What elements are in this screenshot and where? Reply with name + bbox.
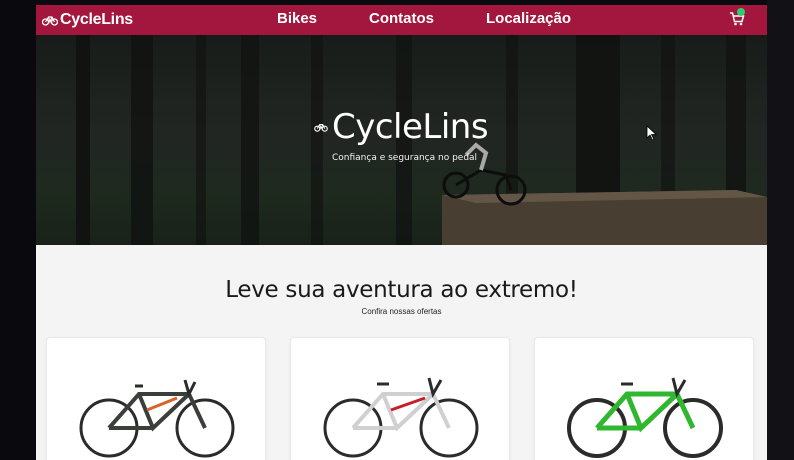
nav-link-localizacao[interactable]: Localização — [486, 10, 571, 27]
bike-icon — [323, 377, 479, 458]
cart-badge — [737, 8, 745, 16]
bike-icon — [314, 124, 328, 132]
product-card[interactable] — [46, 337, 266, 460]
hero-title: CycleLins — [332, 107, 489, 147]
offers-subtitle: Confira nossas ofertas — [361, 307, 442, 316]
brand-logo[interactable]: CycleLins — [42, 10, 133, 30]
brand-name: CycleLins — [60, 11, 133, 28]
navbar: CycleLins Bikes Contatos Localização — [36, 5, 767, 35]
offers-title: Leve sua aventura ao extremo! — [225, 277, 578, 303]
window-right-edge — [767, 0, 794, 460]
bike-icon — [567, 377, 723, 458]
hero-logo: CycleLins — [314, 107, 489, 147]
product-card[interactable] — [534, 337, 754, 460]
web-page: CycleLins Bikes Contatos Localização Cyc… — [36, 5, 767, 460]
nav-link-bikes[interactable]: Bikes — [277, 10, 317, 27]
product-card[interactable] — [290, 337, 510, 460]
bike-icon — [79, 379, 235, 458]
nav-link-contatos[interactable]: Contatos — [369, 10, 434, 27]
window-left-edge — [0, 0, 36, 460]
bike-icon — [42, 16, 58, 26]
mouse-cursor-icon — [646, 125, 658, 141]
hero-banner: CycleLins Confiança e segurança no pedal — [36, 35, 767, 245]
hero-subtitle: Confiança e segurança no pedal — [332, 153, 478, 163]
